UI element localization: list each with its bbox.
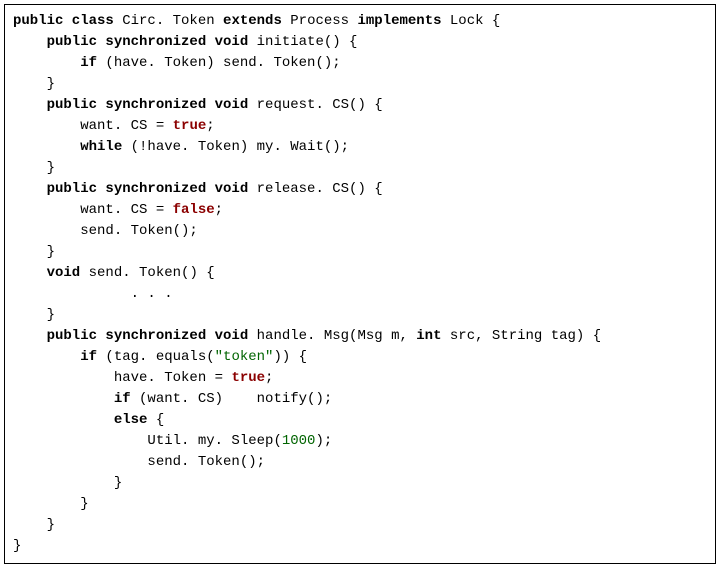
code-line: } [13,494,707,515]
code-line: . . . [13,284,707,305]
code-line: } [13,536,707,557]
code-line: void send. Token() { [13,263,707,284]
code-block: public class Circ. Token extends Process… [4,4,716,564]
code-line: public synchronized void release. CS() { [13,179,707,200]
code-line: if (have. Token) send. Token(); [13,53,707,74]
code-line: } [13,305,707,326]
code-line: else { [13,410,707,431]
code-line: } [13,74,707,95]
code-line: want. CS = false; [13,200,707,221]
code-line: send. Token(); [13,452,707,473]
code-line: } [13,473,707,494]
code-line: want. CS = true; [13,116,707,137]
code-line: } [13,158,707,179]
code-line: if (want. CS) notify(); [13,389,707,410]
code-line: public synchronized void handle. Msg(Msg… [13,326,707,347]
code-line: } [13,515,707,536]
code-line: if (tag. equals("token")) { [13,347,707,368]
code-line: send. Token(); [13,221,707,242]
code-line: } [13,242,707,263]
code-line: public synchronized void request. CS() { [13,95,707,116]
code-line: public class Circ. Token extends Process… [13,11,707,32]
code-line: while (!have. Token) my. Wait(); [13,137,707,158]
code-line: public synchronized void initiate() { [13,32,707,53]
code-line: have. Token = true; [13,368,707,389]
code-line: Util. my. Sleep(1000); [13,431,707,452]
